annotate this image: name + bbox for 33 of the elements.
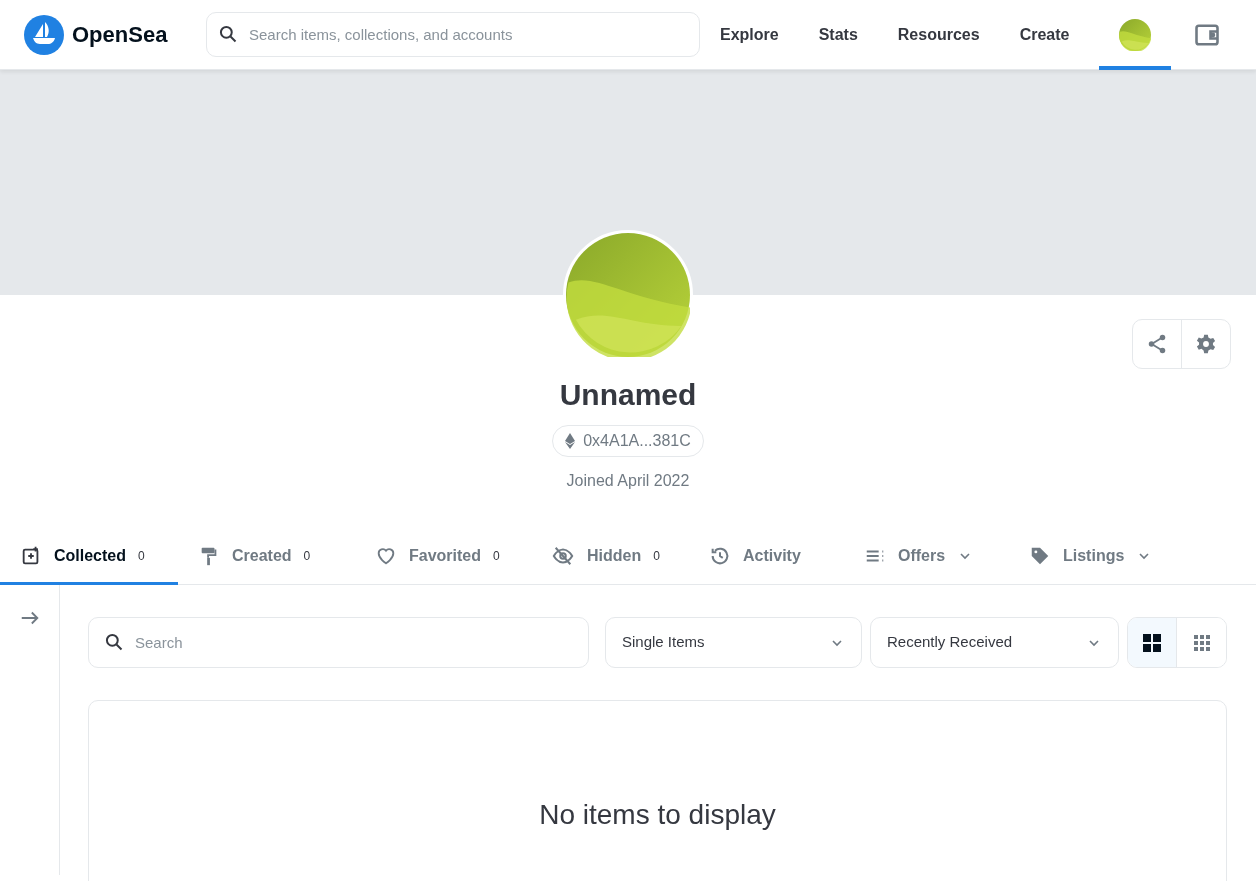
profile-tab[interactable]: Listings	[1009, 530, 1169, 585]
profile-tab[interactable]: Hidden 0	[531, 530, 689, 585]
share-icon	[1146, 333, 1168, 355]
sort-dropdown[interactable]: Recently Received	[870, 617, 1119, 668]
settings-icon	[1195, 333, 1217, 355]
profile-name: Unnamed	[559, 377, 697, 413]
search-field[interactable]: Search	[88, 617, 589, 668]
search-icon	[104, 632, 124, 652]
heart-icon	[375, 545, 397, 567]
ship-logo-icon[interactable]	[24, 14, 64, 55]
nav-link[interactable]: Stats	[818, 22, 858, 47]
profile-tab[interactable]: Offers	[844, 530, 1009, 585]
joined-date: Joined April 2022	[566, 471, 690, 491]
empty-message: No items to display	[539, 798, 776, 832]
eye-off-icon	[551, 545, 575, 567]
search-icon	[218, 24, 238, 44]
profile-tab[interactable]: Favorited 0	[355, 530, 531, 585]
profile-tab[interactable]: Collected 0	[0, 530, 178, 585]
profile-avatar-icon	[1119, 18, 1152, 51]
nav-link[interactable]: Resources	[897, 22, 980, 47]
profile-tab[interactable]: Activity	[689, 530, 844, 585]
logo-text[interactable]: OpenSea	[72, 18, 168, 51]
large-grid-icon	[1142, 632, 1162, 653]
history-icon	[709, 545, 731, 567]
search-field[interactable]: Search items, collections, and accounts	[206, 12, 700, 57]
small-grid-icon	[1192, 633, 1211, 652]
item-type-dropdown[interactable]: Single Items	[605, 617, 862, 668]
nav-link[interactable]: Create	[1019, 22, 1070, 47]
ethereum-icon	[565, 433, 576, 449]
profile-tab[interactable]: Created 0	[178, 530, 355, 585]
tag-icon	[1029, 545, 1051, 567]
view-toggle-button[interactable]	[1128, 618, 1177, 667]
nav-link[interactable]: Explore	[720, 22, 779, 47]
